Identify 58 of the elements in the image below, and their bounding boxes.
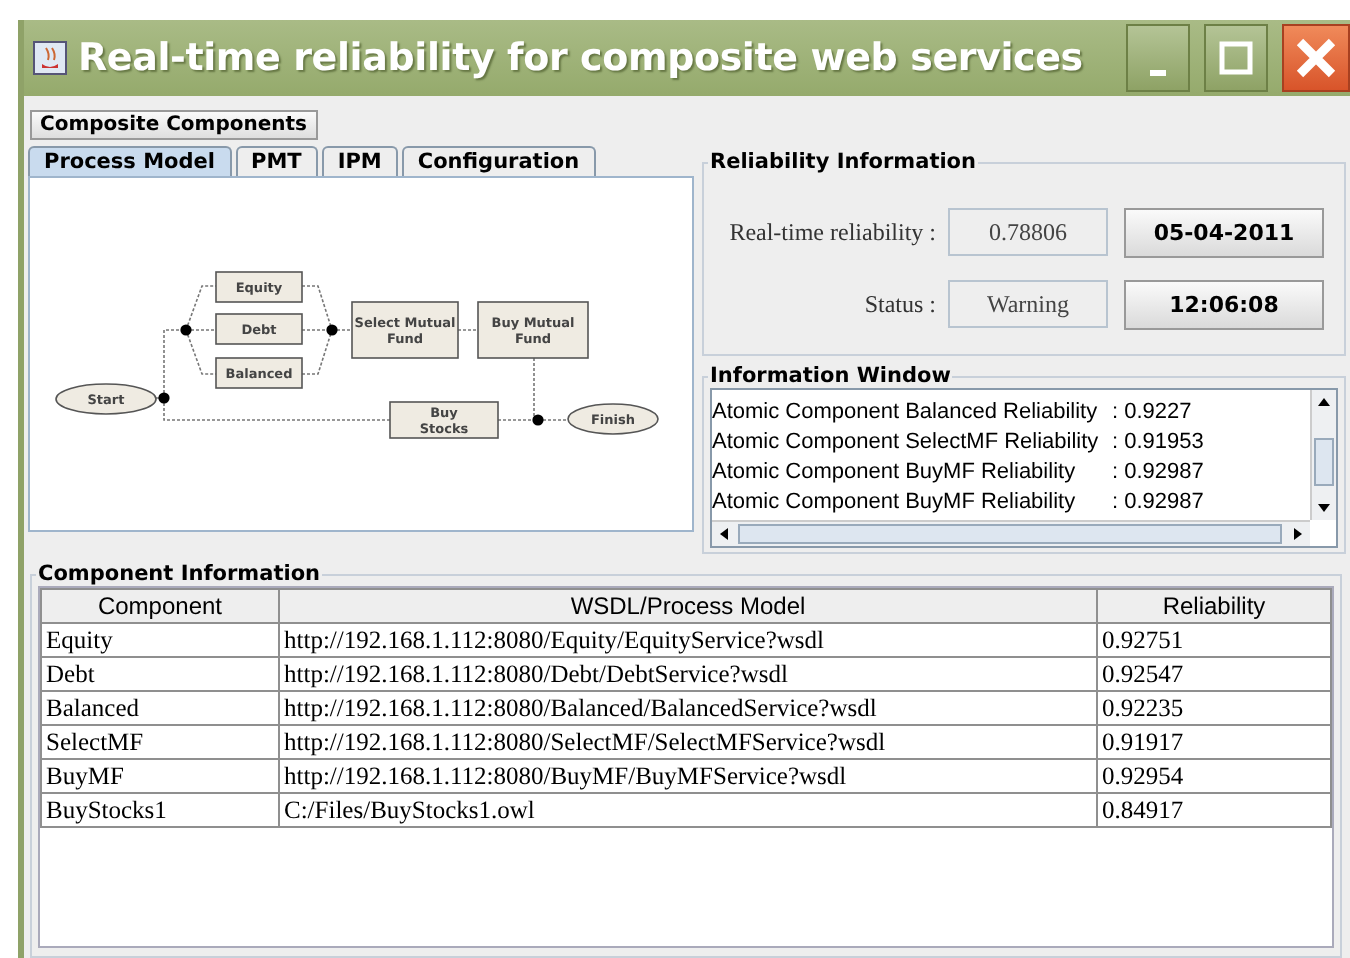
log-text: Atomic Component BuyMF Reliability [712,489,1078,513]
tab[interactable]: Configuration [401,146,596,176]
panel-title: Component Information [36,562,323,586]
panel-title: Information Window [708,364,953,388]
log-value: : 0.92987 [1112,459,1204,483]
column-header[interactable]: Reliability [1097,589,1331,623]
table-cell: SelectMF [41,725,279,759]
maximize-button[interactable] [1204,24,1268,92]
status-field: Warning [948,280,1108,328]
table-cell: 0.91917 [1097,725,1331,759]
maximize-icon [1218,40,1254,76]
horizontal-scrollbar[interactable] [712,520,1310,546]
vertical-scrollbar[interactable] [1310,390,1336,520]
close-icon [1294,36,1338,80]
minimize-icon [1150,69,1166,75]
tab[interactable]: PMT [235,146,318,176]
log-text: Atomic Component Balanced Reliability [712,399,1100,423]
minimize-button[interactable] [1126,24,1190,92]
menu-button[interactable]: Composite Components [30,110,317,140]
junction-dot [326,324,338,336]
tab[interactable]: IPM [321,146,398,176]
table-cell: 0.92954 [1097,759,1331,793]
time-button[interactable]: 12:06:08 [1124,279,1324,329]
column-header[interactable]: Component [41,589,279,623]
table-cell: http://192.168.1.112:8080/Debt/DebtService?wsdl [279,657,1097,691]
table-cell: 0.92235 [1097,691,1331,725]
table-cell: Debt [41,657,279,691]
connector-line [457,329,479,331]
table-cell: http://192.168.1.112:8080/Balanced/BalancedService?wsdl [279,691,1097,725]
log-value: : 0.92987 [1112,489,1204,513]
app-icon [32,40,68,76]
log-value: : 0.9227 [1112,399,1192,423]
table-cell: 0.84917 [1097,793,1331,827]
table-cell: BuyStocks1 [41,793,279,827]
reliability-field: 0.78806 [948,208,1108,256]
field-label: Status : [862,289,938,319]
date-button[interactable]: 05-04-2011 [1124,207,1324,257]
panel-title: Reliability Information [708,150,978,174]
table-cell: http://192.168.1.112:8080/BuyMF/BuyMFService?wsdl [279,759,1097,793]
table-cell: http://192.168.1.112:8080/SelectMF/SelectMFService?wsdl [279,725,1097,759]
field-label: Real-time reliability : [727,217,938,247]
table-cell: C:/Files/BuyStocks1.owl [279,793,1097,827]
log-value: : 0.91953 [1112,429,1204,453]
table-cell: BuyMF [41,759,279,793]
table-cell: Equity [41,623,279,657]
close-button[interactable] [1282,24,1350,92]
log-text: Atomic Component SelectMF Reliability [712,429,1101,453]
column-header[interactable]: WSDL/Process Model [279,589,1097,623]
junction-dot [180,324,192,336]
table-cell: 0.92751 [1097,623,1331,657]
table-cell: Balanced [41,691,279,725]
table-cell: http://192.168.1.112:8080/Equity/EquityService?wsdl [279,623,1097,657]
log-text: Atomic Component BuyMF Reliability [712,459,1078,483]
tab[interactable]: Process Model [28,146,231,176]
table-cell: 0.92547 [1097,657,1331,691]
junction-dot [158,392,170,404]
junction-dot [532,414,544,426]
window-title: Real-time reliability for composite web services [78,36,1085,80]
